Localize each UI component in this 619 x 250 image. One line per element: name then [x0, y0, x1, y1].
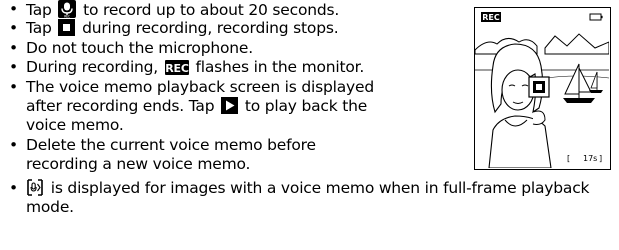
- play-triangle-icon: [221, 97, 239, 119]
- remaining-time: 17s: [583, 154, 597, 163]
- bullet-dot: •: [9, 136, 18, 154]
- bullet-text-line2: recording a new voice memo.: [26, 155, 251, 173]
- bullet-text-line2: mode.: [26, 198, 74, 216]
- svg-text:REC: REC: [165, 62, 189, 75]
- bullet-dot: •: [9, 39, 18, 57]
- bullet-text-line1: The voice memo playback screen is displa…: [26, 78, 374, 96]
- bullet-text-line3: voice memo.: [26, 116, 124, 134]
- stop-square-icon: [58, 19, 76, 41]
- bullet-text-post: to record up to about 20 seconds.: [78, 1, 340, 19]
- bullet-text-line1: is displayed for images with a voice mem…: [46, 179, 590, 197]
- camera-monitor-illustration: REC [17s]: [474, 7, 611, 170]
- rec-badge-icon: REC: [164, 60, 189, 80]
- rec-indicator: REC: [481, 12, 501, 22]
- bullet-dot: •: [9, 78, 18, 96]
- bullet-dot: •: [9, 179, 18, 197]
- bullet-text-pre: Tap: [26, 1, 57, 19]
- stop-button-icon[interactable]: [528, 76, 550, 98]
- bullet-text-pre: During recording,: [26, 58, 163, 76]
- bullet-dot: •: [9, 0, 18, 18]
- bullet-dot: •: [9, 58, 18, 76]
- bullet-text-pre: Tap: [26, 19, 57, 37]
- bullet-text-post: to play back the: [240, 97, 368, 115]
- svg-text:]: ]: [599, 154, 602, 163]
- bullet-text-pre: after recording ends. Tap: [26, 97, 220, 115]
- rec-label: REC: [482, 13, 500, 22]
- remaining-time-indicator: [ 17s ]: [567, 154, 602, 163]
- person-icon: [488, 43, 552, 169]
- battery-icon: [589, 13, 603, 21]
- bullet-text-line1: Delete the current voice memo before: [26, 136, 316, 154]
- bullet-text-post: flashes in the monitor.: [190, 58, 365, 76]
- svg-text:[: [: [567, 154, 570, 163]
- svg-text:REC: REC: [64, 15, 71, 18]
- bullet-text: Do not touch the microphone.: [26, 39, 253, 57]
- bullet-dot: •: [9, 19, 18, 37]
- bullet-text-post: during recording, recording stops.: [77, 19, 339, 37]
